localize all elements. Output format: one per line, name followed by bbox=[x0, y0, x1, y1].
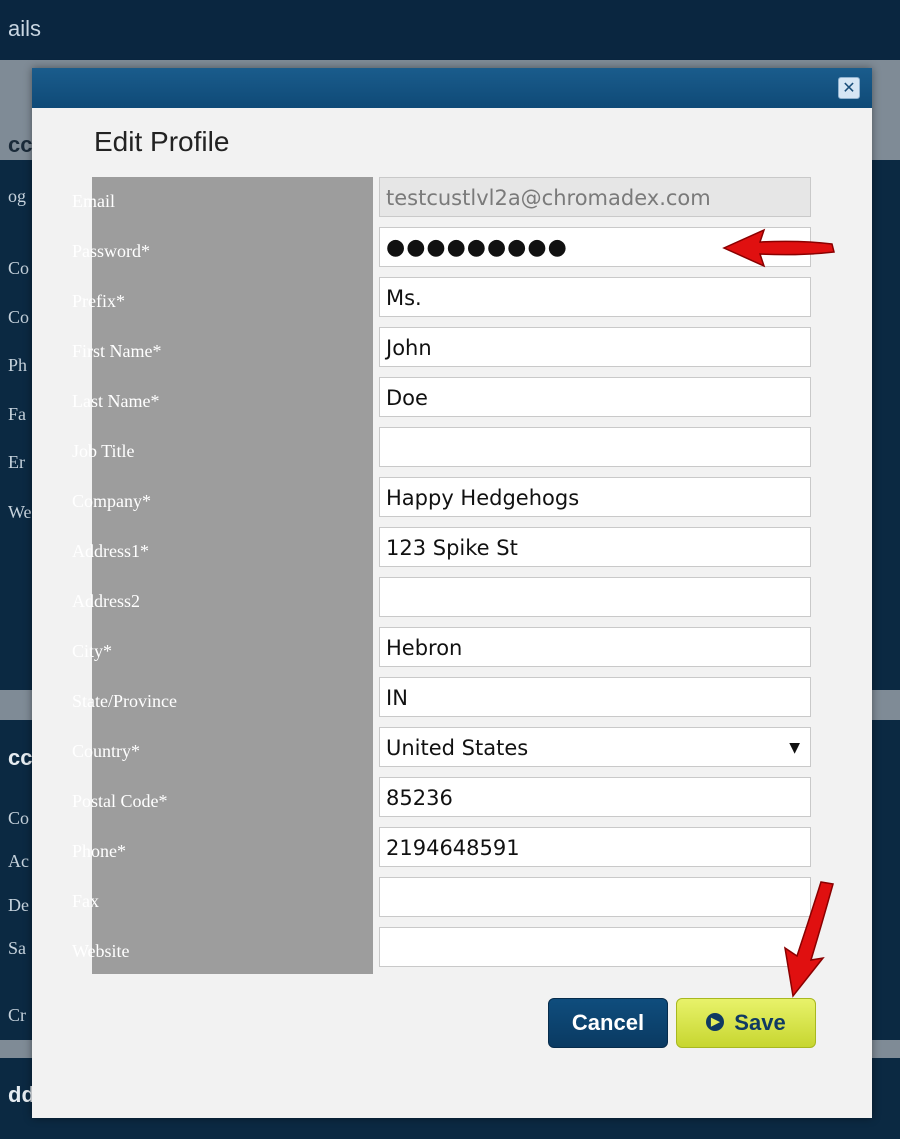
address2-field[interactable] bbox=[379, 577, 811, 617]
bg-fragment: og bbox=[8, 186, 26, 206]
form-row-company: Company* Happy Hedgehogs bbox=[32, 477, 872, 521]
page-header-title: ails bbox=[8, 16, 42, 41]
company-field[interactable]: Happy Hedgehogs bbox=[379, 477, 811, 517]
bg-fragment: Er bbox=[8, 452, 25, 472]
form-row-prefix: Prefix* Ms. bbox=[32, 277, 872, 321]
field-label-fax: Fax bbox=[72, 891, 99, 911]
form-row-first-name: First Name* John bbox=[32, 327, 872, 371]
field-label-last-name: Last Name* bbox=[72, 391, 160, 411]
fax-field[interactable] bbox=[379, 877, 811, 917]
annotation-arrow-password bbox=[722, 228, 835, 268]
email-value: testcustlvl2a@chromadex.com bbox=[386, 186, 711, 210]
field-label-city: City* bbox=[72, 641, 113, 661]
field-label-email: Email bbox=[72, 191, 115, 211]
state-province-value: IN bbox=[386, 686, 408, 710]
first-name-field[interactable]: John bbox=[379, 327, 811, 367]
form-row-website: Website bbox=[32, 927, 872, 971]
field-label-first-name: First Name* bbox=[72, 341, 162, 361]
field-label-prefix: Prefix* bbox=[72, 291, 125, 311]
form-row-country: Country* United States ▼ bbox=[32, 727, 872, 771]
city-field[interactable]: Hebron bbox=[379, 627, 811, 667]
bg-fragment: Ac bbox=[8, 851, 29, 871]
page-header-bar: ails bbox=[0, 0, 900, 60]
bg-fragment: cc bbox=[8, 132, 33, 157]
save-button[interactable]: ▶ Save bbox=[676, 998, 816, 1048]
state-province-field[interactable]: IN bbox=[379, 677, 811, 717]
email-field: testcustlvl2a@chromadex.com bbox=[379, 177, 811, 217]
bg-fragment: Fa bbox=[8, 404, 26, 424]
phone-value: 2194648591 bbox=[386, 836, 520, 860]
field-label-country: Country* bbox=[72, 741, 141, 761]
form-row-postal-code: Postal Code* 85236 bbox=[32, 777, 872, 821]
field-label-company: Company* bbox=[72, 491, 151, 511]
form-row-phone: Phone* 2194648591 bbox=[32, 827, 872, 871]
website-field[interactable] bbox=[379, 927, 811, 967]
field-label-website: Website bbox=[72, 941, 130, 961]
first-name-value: John bbox=[386, 336, 432, 360]
last-name-field[interactable]: Doe bbox=[379, 377, 811, 417]
company-value: Happy Hedgehogs bbox=[386, 486, 580, 510]
annotation-arrow-save bbox=[783, 881, 834, 998]
prefix-field[interactable]: Ms. bbox=[379, 277, 811, 317]
form-row-city: City* Hebron bbox=[32, 627, 872, 671]
form-row-job-title: Job Title bbox=[32, 427, 872, 471]
prefix-value: Ms. bbox=[386, 286, 422, 310]
bg-fragment: Sa bbox=[8, 938, 26, 958]
city-value: Hebron bbox=[386, 636, 463, 660]
phone-field[interactable]: 2194648591 bbox=[379, 827, 811, 867]
form-row-state-province: State/Province IN bbox=[32, 677, 872, 721]
address1-field[interactable]: 123 Spike St bbox=[379, 527, 811, 567]
field-label-password: Password* bbox=[72, 241, 151, 261]
form-row-last-name: Last Name* Doe bbox=[32, 377, 872, 421]
form-row-address1: Address1* 123 Spike St bbox=[32, 527, 872, 571]
form-row-fax: Fax bbox=[32, 877, 872, 921]
country-select[interactable]: United States ▼ bbox=[379, 727, 811, 767]
dialog-title: Edit Profile bbox=[94, 126, 230, 157]
last-name-value: Doe bbox=[386, 386, 428, 410]
bg-fragment: We bbox=[8, 502, 32, 522]
country-value: United States bbox=[386, 736, 529, 760]
job-title-field[interactable] bbox=[379, 427, 811, 467]
bg-fragment: Co bbox=[8, 808, 30, 828]
field-label-postal-code: Postal Code* bbox=[72, 791, 168, 811]
password-value: ●●●●●●●●● bbox=[386, 235, 568, 260]
save-button-label: Save bbox=[734, 1010, 786, 1035]
dialog-titlebar: ✕ bbox=[32, 68, 872, 108]
postal-code-value: 85236 bbox=[386, 786, 453, 810]
bg-fragment: Ph bbox=[8, 355, 28, 375]
cancel-button[interactable]: Cancel bbox=[548, 998, 668, 1048]
chevron-down-icon[interactable]: ▼ bbox=[789, 728, 800, 766]
field-label-state-province: State/Province bbox=[72, 691, 177, 711]
field-label-address1: Address1* bbox=[72, 541, 149, 561]
play-circle-icon: ▶ bbox=[706, 1013, 725, 1032]
bg-fragment: Cr bbox=[8, 1005, 26, 1025]
field-label-phone: Phone* bbox=[72, 841, 126, 861]
address1-value: 123 Spike St bbox=[386, 536, 518, 560]
postal-code-field[interactable]: 85236 bbox=[379, 777, 811, 817]
form-row-address2: Address2 bbox=[32, 577, 872, 621]
bg-fragment: Co bbox=[8, 258, 30, 278]
bg-fragment: dd bbox=[8, 1082, 35, 1107]
form-row-email: Email testcustlvl2a@chromadex.com bbox=[32, 177, 872, 221]
field-label-job-title: Job Title bbox=[72, 441, 135, 461]
bg-fragment: cc bbox=[8, 745, 33, 770]
close-icon[interactable]: ✕ bbox=[838, 77, 860, 99]
bg-fragment: Co bbox=[8, 307, 30, 327]
field-label-address2: Address2 bbox=[72, 591, 140, 611]
bg-fragment: De bbox=[8, 895, 29, 915]
